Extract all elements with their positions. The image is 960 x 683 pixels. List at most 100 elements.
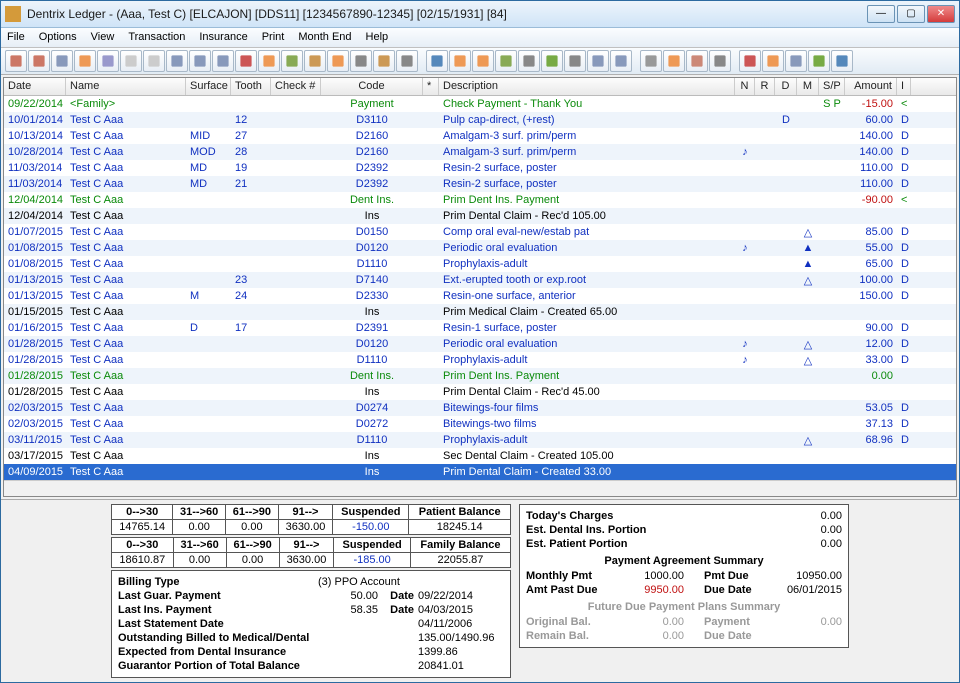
toolbar-button-32[interactable] <box>709 50 731 72</box>
horizontal-scrollbar[interactable] <box>4 480 956 496</box>
toolbar-button-2[interactable] <box>51 50 73 72</box>
toolbar-button-34[interactable] <box>739 50 761 72</box>
table-row[interactable]: 11/03/2014Test C AaaMD19D2392Resin-2 sur… <box>4 160 956 176</box>
column-header-d[interactable]: D <box>775 78 797 95</box>
table-row[interactable]: 03/11/2015Test C AaaD1110Prophylaxis-adu… <box>4 432 956 448</box>
window-title: Dentrix Ledger - (Aaa, Test C) [ELCAJON]… <box>27 7 867 21</box>
menu-help[interactable]: Help <box>366 31 389 43</box>
toolbar-button-12[interactable] <box>281 50 303 72</box>
menu-print[interactable]: Print <box>262 31 285 43</box>
table-row[interactable]: 01/15/2015Test C AaaInsPrim Medical Clai… <box>4 304 956 320</box>
table-row[interactable]: 01/28/2015Test C AaaD0120Periodic oral e… <box>4 336 956 352</box>
toolbar-button-4[interactable] <box>97 50 119 72</box>
toolbar-button-37[interactable] <box>808 50 830 72</box>
summary-panel: 0-->3031-->6061-->9091-->SuspendedPatien… <box>1 499 959 682</box>
toolbar-button-25[interactable] <box>564 50 586 72</box>
toolbar-button-24[interactable] <box>541 50 563 72</box>
grid-body[interactable]: 09/18/2014Test C AaaD0120Periodic oral e… <box>4 96 956 480</box>
table-row[interactable]: 03/17/2015Test C AaaInsSec Dental Claim … <box>4 448 956 464</box>
column-header-i[interactable]: I <box>897 78 911 95</box>
toolbar-button-6[interactable] <box>143 50 165 72</box>
grid-header: DateNameSurfaceToothCheck #Code*Descript… <box>4 78 956 96</box>
family-aging-table: 0-->3031-->6061-->9091-->SuspendedFamily… <box>111 537 511 568</box>
toolbar-button-29[interactable] <box>640 50 662 72</box>
toolbar-button-22[interactable] <box>495 50 517 72</box>
menubar: File Options View Transaction Insurance Print… <box>1 28 959 47</box>
column-header-r[interactable]: R <box>755 78 775 95</box>
column-header-surface[interactable]: Surface <box>186 78 231 95</box>
table-row[interactable]: 02/03/2015Test C AaaD0272Bitewings-two f… <box>4 416 956 432</box>
close-button[interactable]: ✕ <box>927 5 955 23</box>
menu-month-end[interactable]: Month End <box>298 31 351 43</box>
toolbar-button-10[interactable] <box>235 50 257 72</box>
table-row[interactable]: 01/28/2015Test C AaaDent Ins.Prim Dent I… <box>4 368 956 384</box>
toolbar-button-9[interactable] <box>212 50 234 72</box>
table-row[interactable]: 01/28/2015Test C AaaInsPrim Dental Claim… <box>4 384 956 400</box>
titlebar[interactable]: Dentrix Ledger - (Aaa, Test C) [ELCAJON]… <box>1 1 959 28</box>
toolbar-button-23[interactable] <box>518 50 540 72</box>
toolbar-button-1[interactable] <box>28 50 50 72</box>
toolbar-button-19[interactable] <box>426 50 448 72</box>
toolbar-button-16[interactable] <box>373 50 395 72</box>
menu-insurance[interactable]: Insurance <box>199 31 247 43</box>
patient-aging-table: 0-->3031-->6061-->9091-->SuspendedPatien… <box>111 504 511 535</box>
menu-view[interactable]: View <box>91 31 115 43</box>
column-header-n[interactable]: N <box>735 78 755 95</box>
table-row[interactable]: 01/13/2015Test C AaaM24D2330Resin-one su… <box>4 288 956 304</box>
toolbar-button-21[interactable] <box>472 50 494 72</box>
column-header-tooth[interactable]: Tooth <box>231 78 271 95</box>
column-header-s-p[interactable]: S/P <box>819 78 845 95</box>
column-header-m[interactable]: M <box>797 78 819 95</box>
table-row[interactable]: 12/04/2014Test C AaaDent Ins.Prim Dent I… <box>4 192 956 208</box>
menu-options[interactable]: Options <box>39 31 77 43</box>
table-row[interactable]: 01/28/2015Test C AaaD1110Prophylaxis-adu… <box>4 352 956 368</box>
toolbar-button-8[interactable] <box>189 50 211 72</box>
toolbar-button-14[interactable] <box>327 50 349 72</box>
table-row[interactable]: 12/04/2014Test C AaaInsPrim Dental Claim… <box>4 208 956 224</box>
table-row[interactable]: 11/03/2014Test C AaaMD21D2392Resin-2 sur… <box>4 176 956 192</box>
table-row[interactable]: 10/01/2014Test C Aaa12D3110Pulp cap-dire… <box>4 112 956 128</box>
today-summary: Today's Charges0.00Est. Dental Ins. Port… <box>519 504 849 648</box>
toolbar-button-26[interactable] <box>587 50 609 72</box>
minimize-button[interactable]: — <box>867 5 895 23</box>
toolbar-button-31[interactable] <box>686 50 708 72</box>
toolbar-button-13[interactable] <box>304 50 326 72</box>
table-row[interactable]: 04/09/2015Test C AaaInsPrim Dental Claim… <box>4 464 956 480</box>
toolbar-button-36[interactable] <box>785 50 807 72</box>
column-header--[interactable]: * <box>423 78 439 95</box>
toolbar-button-15[interactable] <box>350 50 372 72</box>
table-row[interactable]: 10/28/2014Test C AaaMOD28D2160Amalgam-3 … <box>4 144 956 160</box>
column-header-description[interactable]: Description <box>439 78 735 95</box>
column-header-amount[interactable]: Amount <box>845 78 897 95</box>
toolbar-button-11[interactable] <box>258 50 280 72</box>
toolbar-button-3[interactable] <box>74 50 96 72</box>
toolbar <box>1 48 959 75</box>
toolbar-button-17[interactable] <box>396 50 418 72</box>
toolbar-button-5[interactable] <box>120 50 142 72</box>
menu-transaction[interactable]: Transaction <box>128 31 185 43</box>
table-row[interactable]: 01/08/2015Test C AaaD1110Prophylaxis-adu… <box>4 256 956 272</box>
menu-file[interactable]: File <box>7 31 25 43</box>
app-icon <box>5 6 21 22</box>
billing-info: Billing Type(3) PPO AccountLast Guar. Pa… <box>111 570 511 678</box>
column-header-date[interactable]: Date <box>4 78 66 95</box>
table-row[interactable]: 01/16/2015Test C AaaD17D2391Resin-1 surf… <box>4 320 956 336</box>
table-row[interactable]: 10/13/2014Test C AaaMID27D2160Amalgam-3 … <box>4 128 956 144</box>
table-row[interactable]: 01/08/2015Test C AaaD0120Periodic oral e… <box>4 240 956 256</box>
toolbar-button-0[interactable] <box>5 50 27 72</box>
column-header-check-[interactable]: Check # <box>271 78 321 95</box>
table-row[interactable]: 01/07/2015Test C AaaD0150Comp oral eval-… <box>4 224 956 240</box>
toolbar-button-30[interactable] <box>663 50 685 72</box>
table-row[interactable]: 02/03/2015Test C AaaD0274Bitewings-four … <box>4 400 956 416</box>
toolbar-button-38[interactable] <box>831 50 853 72</box>
toolbar-button-20[interactable] <box>449 50 471 72</box>
ledger-grid: DateNameSurfaceToothCheck #Code*Descript… <box>3 77 957 497</box>
toolbar-button-35[interactable] <box>762 50 784 72</box>
toolbar-button-27[interactable] <box>610 50 632 72</box>
table-row[interactable]: 01/13/2015Test C Aaa23D7140Ext.-erupted … <box>4 272 956 288</box>
column-header-code[interactable]: Code <box>321 78 423 95</box>
column-header-name[interactable]: Name <box>66 78 186 95</box>
table-row[interactable]: 09/22/2014<Family>PaymentCheck Payment -… <box>4 96 956 112</box>
toolbar-button-7[interactable] <box>166 50 188 72</box>
maximize-button[interactable]: ▢ <box>897 5 925 23</box>
